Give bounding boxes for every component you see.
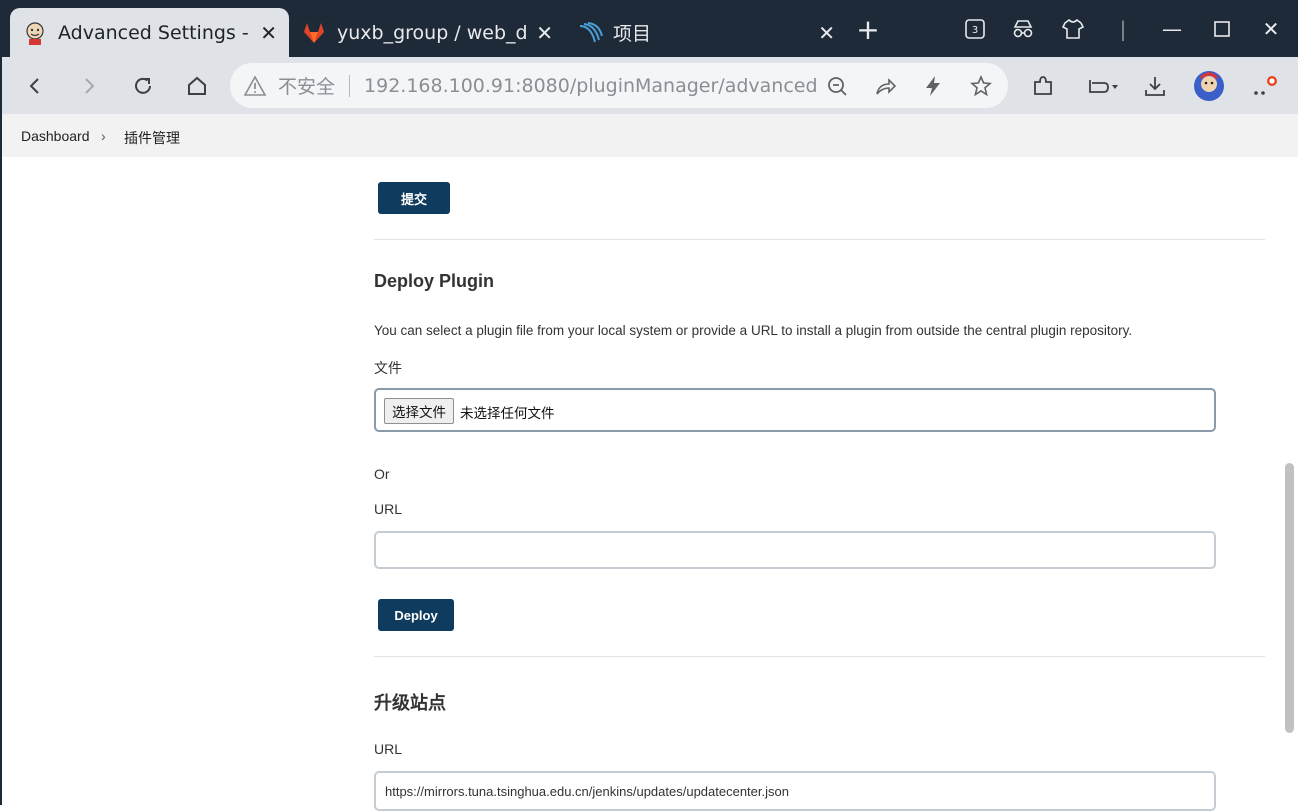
address-separator — [349, 74, 351, 97]
zoom-out-icon[interactable] — [824, 73, 850, 99]
no-file-text: 未选择任何文件 — [460, 406, 555, 421]
or-text: Or — [374, 466, 390, 482]
security-status[interactable]: 不安全 — [278, 72, 335, 99]
warning-icon — [244, 74, 266, 96]
plugin-url-input[interactable] — [374, 531, 1216, 569]
update-site-url-label: URL — [374, 741, 403, 757]
scrollbar[interactable] — [1284, 157, 1294, 805]
jenkins-icon — [26, 21, 44, 45]
incognito-icon[interactable] — [1006, 12, 1040, 46]
update-site-url-value: https://mirrors.tuna.tsinghua.edu.cn/jen… — [385, 784, 789, 799]
browser-toolbar: 不安全 192.168.100.91:8080/pluginManager/ad… — [0, 57, 1298, 114]
update-site-url-input[interactable]: https://mirrors.tuna.tsinghua.edu.cn/jen… — [374, 771, 1216, 811]
tab-title: Advanced Settings - P — [58, 21, 253, 44]
browser-tab-strip: Advanced Settings - P ✕ yuxb_group / web… — [0, 0, 1298, 57]
breadcrumb-plugin-manager[interactable]: 插件管理 — [124, 128, 180, 148]
back-icon[interactable] — [18, 69, 52, 103]
minimize-icon[interactable]: — — [1155, 12, 1189, 46]
tab-counter-button[interactable]: 3 — [958, 12, 992, 46]
close-window-icon[interactable]: ✕ — [1254, 12, 1288, 46]
avatar[interactable] — [1192, 69, 1226, 103]
window-edge — [0, 0, 2, 805]
maximize-icon[interactable] — [1205, 12, 1239, 46]
update-site-title: 升级站点 — [374, 693, 446, 713]
address-bar[interactable]: 不安全 192.168.100.91:8080/pluginManager/ad… — [230, 63, 1008, 108]
url-text[interactable]: 192.168.100.91:8080/pluginManager/advanc… — [364, 75, 818, 97]
new-tab-icon[interactable]: + — [851, 12, 885, 46]
forward-icon[interactable] — [72, 69, 106, 103]
close-tab-icon[interactable]: ✕ — [818, 21, 835, 45]
deploy-button[interactable]: Deploy — [378, 599, 454, 631]
shirt-theme-icon[interactable] — [1056, 12, 1090, 46]
plugin-file-input[interactable]: 选择文件 未选择任何文件 — [374, 388, 1216, 432]
tab-project[interactable]: 项目 ✕ — [565, 8, 847, 57]
scrollbar-thumb[interactable] — [1285, 463, 1294, 733]
section-divider — [374, 239, 1265, 240]
extensions-icon[interactable] — [1026, 69, 1060, 103]
home-icon[interactable] — [180, 69, 214, 103]
app-logo-icon — [579, 21, 603, 42]
tab-title: 项目 — [613, 23, 652, 45]
breadcrumb-dashboard[interactable]: Dashboard — [21, 128, 90, 144]
section-divider — [374, 656, 1265, 657]
chevron-right-icon: › — [101, 128, 106, 144]
download-icon[interactable] — [1138, 69, 1172, 103]
tab-counter-icon: 3 — [965, 19, 985, 39]
url-label: URL — [374, 501, 403, 517]
main-content: 提交 Deploy Plugin You can select a plugin… — [0, 157, 1298, 811]
deploy-plugin-title: Deploy Plugin — [374, 271, 495, 291]
close-tab-icon[interactable]: ✕ — [260, 21, 277, 45]
undo-menu-icon[interactable] — [1080, 69, 1124, 103]
choose-file-button[interactable]: 选择文件 — [384, 398, 454, 424]
submit-button[interactable]: 提交 — [378, 182, 450, 214]
file-label: 文件 — [374, 360, 402, 376]
reload-icon[interactable] — [126, 69, 160, 103]
more-menu-icon[interactable] — [1246, 69, 1280, 103]
tab-title: yuxb_group / web_der — [337, 21, 529, 44]
share-icon[interactable] — [872, 73, 898, 99]
deploy-plugin-description: You can select a plugin file from your l… — [374, 323, 1133, 338]
tab-count: 3 — [972, 25, 978, 36]
tab-gitlab[interactable]: yuxb_group / web_der ✕ — [289, 8, 565, 57]
tab-advanced-settings[interactable]: Advanced Settings - P ✕ — [10, 8, 289, 57]
gitlab-icon — [304, 22, 324, 43]
separator-icon: | — [1119, 17, 1127, 41]
bookmark-star-icon[interactable] — [968, 73, 994, 99]
breadcrumb: Dashboard › 插件管理 — [0, 114, 1298, 157]
close-tab-icon[interactable]: ✕ — [536, 21, 553, 45]
lightning-icon[interactable] — [920, 73, 946, 99]
